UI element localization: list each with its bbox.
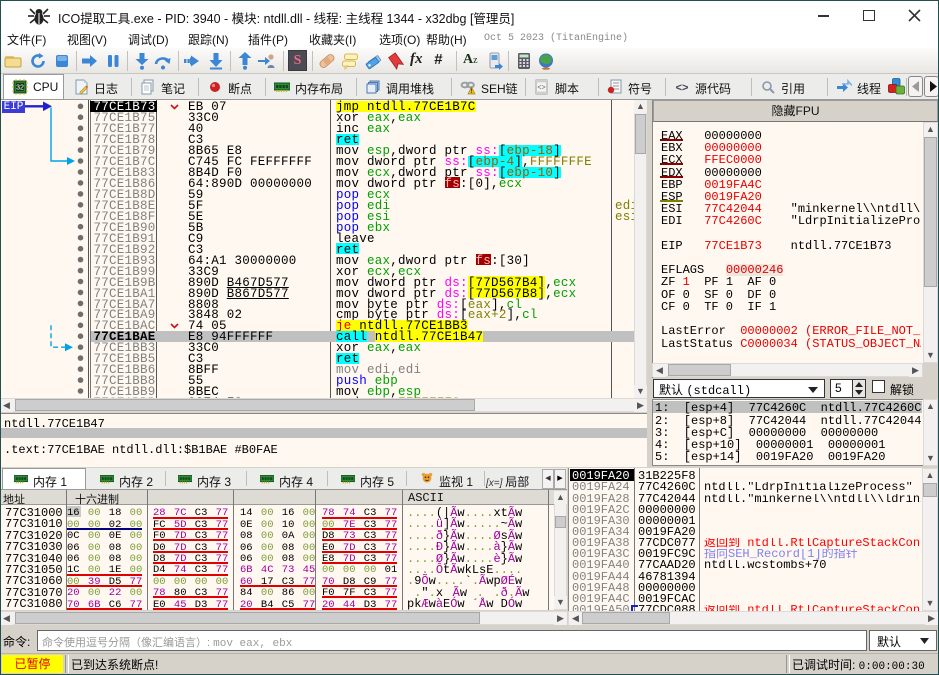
svg-text:<>: <> — [537, 85, 545, 92]
svg-text:!: ! — [471, 89, 473, 95]
svg-text:32: 32 — [16, 85, 24, 92]
svg-text:<>: <> — [676, 82, 689, 94]
